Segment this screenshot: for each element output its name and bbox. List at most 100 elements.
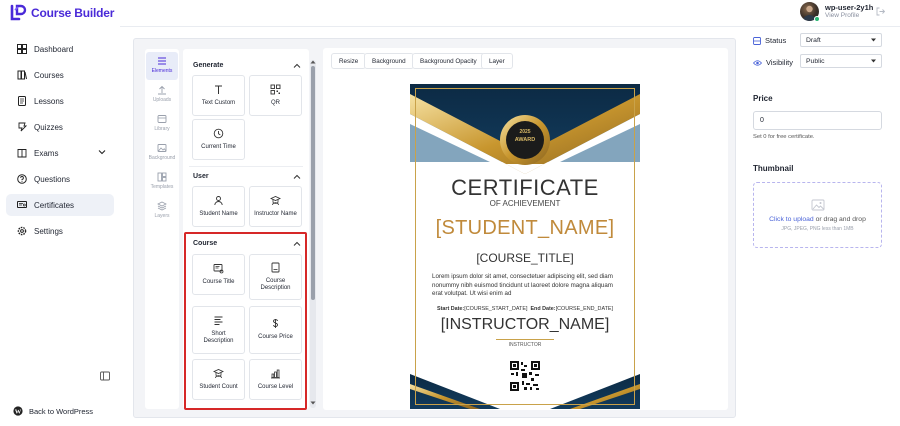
drag-drop-text: or drag and drop <box>813 215 866 223</box>
sidebar-item-label: Settings <box>34 226 63 236</box>
price-input[interactable]: 0 <box>753 111 882 130</box>
certificate-title[interactable]: CERTIFICATE <box>410 175 640 201</box>
library-icon <box>157 115 167 123</box>
end-date-label: End Date: <box>530 306 556 312</box>
sidebar-item-label: Certificates <box>34 200 75 210</box>
logo-icon <box>10 4 27 21</box>
upload-hint: JPG, JPEG, PNG less than 1MB <box>781 225 854 232</box>
caret-down-icon <box>871 38 876 42</box>
sidebar-item-certificates[interactable]: Certificates <box>6 194 114 216</box>
qr-code[interactable] <box>510 361 540 391</box>
menu-icon <box>158 57 166 65</box>
layer-button[interactable]: Layer <box>481 53 513 69</box>
section-title-generate: Generate <box>193 62 224 69</box>
scrollbar-thumb[interactable] <box>311 66 315 300</box>
sidebar-item-quizzes[interactable]: Quizzes <box>6 116 114 138</box>
instructor-name-placeholder[interactable]: [INSTRUCTOR_NAME] <box>410 316 640 334</box>
tool-label: Templates <box>150 184 174 190</box>
view-profile-link[interactable]: View Profile <box>825 12 859 19</box>
instructor-label: INSTRUCTOR <box>508 342 542 348</box>
chevron-up-icon[interactable] <box>293 62 301 70</box>
certificate-frame <box>415 88 635 405</box>
scroll-up-arrow-icon[interactable] <box>310 59 316 65</box>
chevron-down-icon[interactable] <box>98 148 106 156</box>
certificate-body-text[interactable]: Lorem ipsum dolor sit amet, consectetuer… <box>432 273 622 299</box>
sidebar-toggle-icon[interactable] <box>100 371 110 381</box>
app-name: Course Builder <box>31 6 115 20</box>
svg-text:W: W <box>15 408 22 415</box>
price-heading: Price <box>753 94 773 103</box>
sidebar-item-questions[interactable]: Questions <box>6 168 114 190</box>
thumbnail-upload-dropzone[interactable]: Click to upload or drag and drop JPG, JP… <box>753 182 882 248</box>
element-instructor-name[interactable]: Instructor Name <box>249 186 302 227</box>
tool-layers[interactable]: Layers <box>146 197 178 225</box>
student-name-placeholder[interactable]: [STUDENT_NAME] <box>410 217 640 240</box>
courses-icon <box>16 69 28 81</box>
course-section-highlight <box>184 232 307 410</box>
sidebar-item-exams[interactable]: Exams <box>6 142 114 164</box>
visibility-value: Public <box>806 57 825 65</box>
badge-text: AWARD <box>514 137 536 143</box>
background-opacity-button[interactable]: Background Opacity <box>412 53 485 69</box>
online-status-dot <box>814 16 820 22</box>
status-label: Status <box>765 36 787 45</box>
tool-uploads[interactable]: Uploads <box>146 81 178 109</box>
status-icon <box>753 36 761 45</box>
element-qr[interactable]: QR <box>249 75 302 116</box>
qr-icon <box>270 84 281 95</box>
element-label: Current Time <box>201 143 236 150</box>
dashboard-icon <box>16 43 28 55</box>
eye-icon <box>753 59 762 66</box>
element-text-custom[interactable]: Text Custom <box>192 75 245 116</box>
tool-label: Elements <box>151 68 173 74</box>
visibility-label: Visibility <box>766 58 793 67</box>
sidebar-item-label: Lessons <box>34 96 64 106</box>
section-divider <box>189 166 303 167</box>
tool-templates[interactable]: Templates <box>146 168 178 196</box>
element-student-name[interactable]: Student Name <box>192 186 245 227</box>
certificates-icon <box>16 199 28 211</box>
image-icon <box>157 144 167 152</box>
quizzes-icon <box>16 121 28 133</box>
sidebar-item-label: Exams <box>34 148 59 158</box>
sidebar-item-settings[interactable]: Settings <box>6 220 114 242</box>
end-date-value: [COURSE_END_DATE] <box>555 306 614 312</box>
logout-icon[interactable] <box>876 7 885 16</box>
lessons-icon <box>16 95 28 107</box>
sidebar-nav: Dashboard Courses Lessons Quizzes Exams … <box>6 38 114 246</box>
certificate-dates[interactable]: Start Date:[COURSE_START_DATE] End Date:… <box>410 306 640 312</box>
element-label: QR <box>271 99 280 106</box>
chevron-up-icon[interactable] <box>293 173 301 181</box>
status-label-row: Status <box>753 36 786 45</box>
section-title-user: User <box>193 173 209 180</box>
tool-background[interactable]: Background <box>146 139 178 167</box>
tool-elements[interactable]: Elements <box>146 52 178 80</box>
certificate-subtitle[interactable]: OF ACHIEVEMENT <box>410 199 640 208</box>
sidebar-item-courses[interactable]: Courses <box>6 64 114 86</box>
app-logo[interactable]: Course Builder <box>10 4 114 22</box>
visibility-select[interactable]: Public <box>800 54 882 68</box>
status-value: Draft <box>806 36 821 44</box>
element-current-time[interactable]: Current Time <box>192 119 245 160</box>
scroll-down-arrow-icon[interactable] <box>310 400 316 406</box>
tool-library[interactable]: Library <box>146 110 178 138</box>
start-date-value: [COURSE_START_DATE] <box>464 306 528 312</box>
start-date-label: Start Date: <box>436 306 465 312</box>
sidebar-item-label: Quizzes <box>34 122 63 132</box>
caret-down-icon <box>871 59 876 63</box>
status-select[interactable]: Draft <box>800 33 882 47</box>
questions-icon <box>16 173 28 185</box>
background-button[interactable]: Background <box>364 53 414 69</box>
course-title-placeholder[interactable]: [COURSE_TITLE] <box>410 251 640 265</box>
tool-label: Uploads <box>152 97 172 103</box>
click-to-upload-link[interactable]: Click to upload <box>769 216 814 223</box>
element-label: Text Custom <box>201 99 236 106</box>
resize-button[interactable]: Resize <box>331 53 367 69</box>
element-label: Student Name <box>199 210 238 217</box>
sidebar-item-dashboard[interactable]: Dashboard <box>6 38 114 60</box>
back-to-wordpress-link[interactable]: W Back to WordPress <box>13 406 93 416</box>
image-upload-icon <box>811 199 824 210</box>
user-name[interactable]: wp-user-2y1h <box>825 3 873 12</box>
sidebar-item-lessons[interactable]: Lessons <box>6 90 114 112</box>
sidebar-item-label: Dashboard <box>34 44 74 54</box>
